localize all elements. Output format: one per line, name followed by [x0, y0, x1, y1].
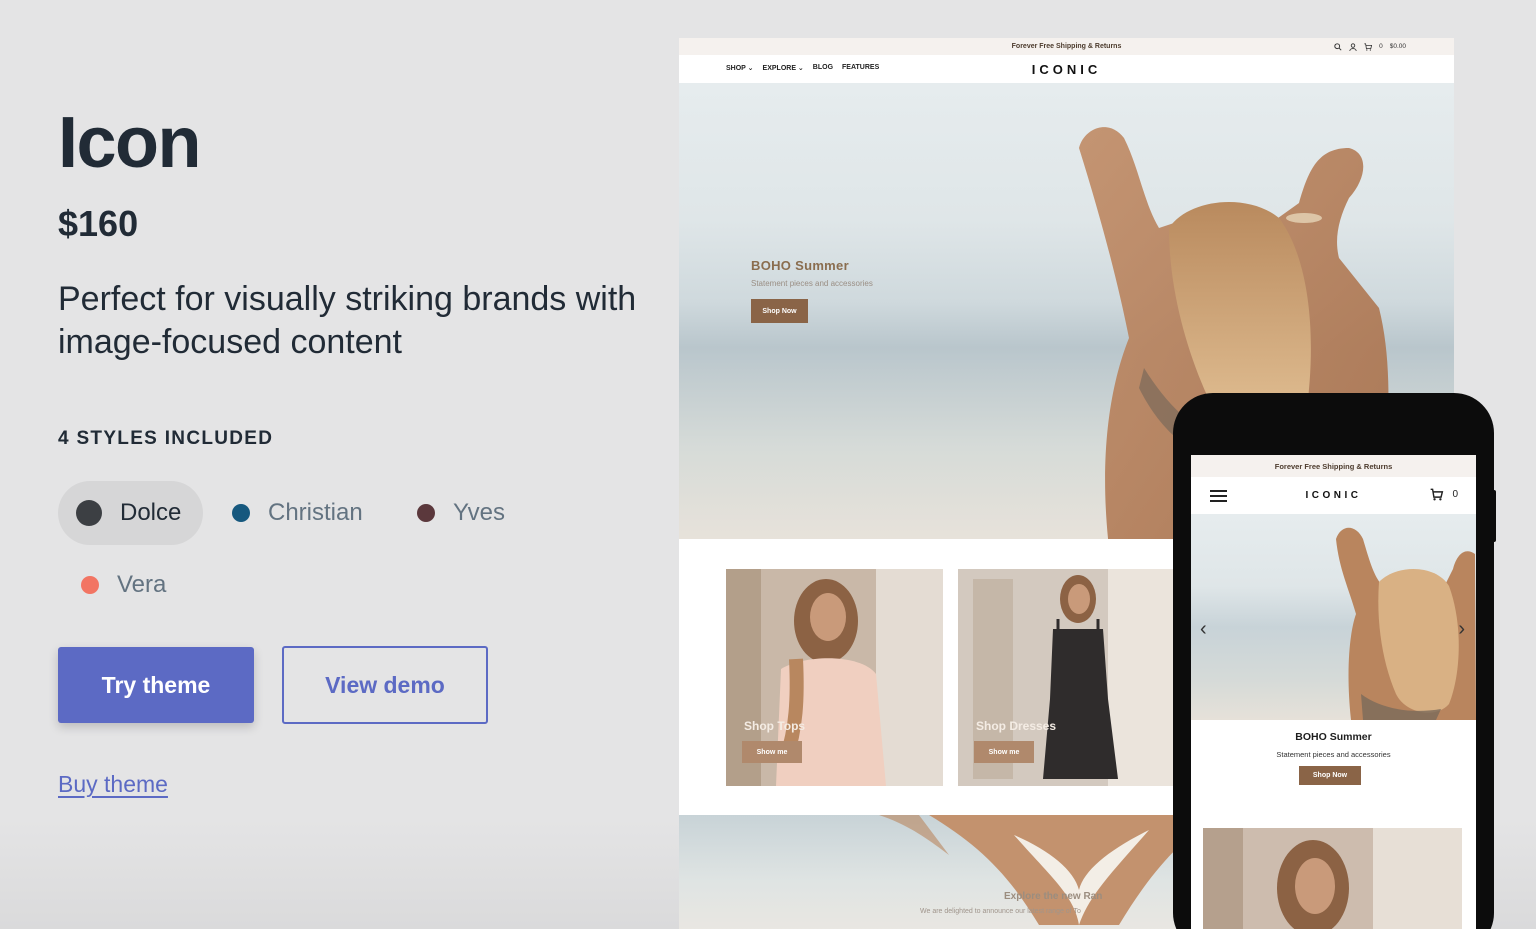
theme-title: Icon	[58, 103, 202, 183]
try-theme-button[interactable]: Try theme	[58, 647, 254, 723]
hero-title: BOHO Summer	[751, 258, 849, 273]
theme-description: Perfect for visually striking brands wit…	[58, 280, 637, 361]
hero-subtitle: Statement pieces and accessories	[751, 279, 873, 288]
mobile-cart: 0	[1429, 488, 1458, 501]
desktop-nav: SHOP ⌄ EXPLORE ⌄ BLOG FEATURES ICONIC	[679, 55, 1454, 83]
color-swatch-dolce	[76, 500, 102, 526]
card-label: Shop Tops	[744, 719, 806, 733]
promo-title: Explore the new Ran	[1004, 891, 1103, 902]
announcement-text: Forever Free Shipping & Returns	[1274, 461, 1393, 471]
collection-card-tops: Shop Tops Show me	[726, 569, 943, 786]
color-swatch-vera	[81, 576, 99, 594]
style-label: Yves	[453, 499, 506, 526]
account-icon	[1349, 42, 1357, 51]
buy-theme-link[interactable]: Buy theme	[58, 771, 168, 798]
style-option-vera[interactable]: Vera	[63, 553, 183, 617]
mobile-announcement-bar: Forever Free Shipping & Returns	[1191, 455, 1476, 477]
mobile-header: ICONIC 0	[1191, 477, 1476, 515]
hero-shop-now-button: Shop Now	[751, 299, 808, 323]
mobile-hero-subtitle: Statement pieces and accessories	[1276, 750, 1391, 759]
style-option-yves[interactable]: Yves	[399, 481, 509, 545]
cart-icon	[1364, 42, 1373, 51]
mobile-cart-count: 0	[1452, 489, 1458, 500]
collection-card-dresses: Shop Dresses Show me	[958, 569, 1175, 786]
mobile-preview: Forever Free Shipping & Returns ICONIC 0…	[1191, 455, 1476, 929]
mobile-hero-image	[1336, 527, 1476, 720]
style-label: Dolce	[120, 499, 182, 526]
cart-icon	[1431, 488, 1444, 501]
styles-heading: 4 STYLES INCLUDED	[58, 428, 274, 449]
theme-price: $160	[58, 203, 139, 244]
phone-side-button	[1492, 490, 1496, 542]
store-logo: ICONIC	[1031, 62, 1102, 77]
search-icon	[1334, 42, 1342, 51]
cart-total: $0.00	[1389, 43, 1406, 50]
slide-next-arrow-icon: ›	[1458, 618, 1465, 640]
style-option-dolce[interactable]: Dolce	[58, 481, 203, 545]
announcement-text: Forever Free Shipping & Returns	[1011, 43, 1122, 50]
utility-links: 0 $0.00	[1334, 38, 1406, 55]
mobile-hero-slideshow: ‹ ›	[1191, 514, 1476, 720]
card-show-me-button: Show me	[974, 741, 1034, 763]
card-show-me-button: Show me	[742, 741, 802, 763]
cart-count: 0	[1379, 43, 1383, 50]
style-label: Vera	[117, 571, 167, 598]
promo-subtitle: We are delighted to announce our latest …	[920, 908, 1081, 915]
card-label: Shop Dresses	[976, 719, 1057, 733]
color-swatch-yves	[417, 504, 435, 522]
color-swatch-christian	[232, 504, 250, 522]
mobile-hero-title: BOHO Summer	[1295, 731, 1372, 743]
view-demo-button[interactable]: View demo	[282, 646, 488, 724]
mobile-shop-now-button: Shop Now	[1299, 766, 1361, 785]
style-option-christian[interactable]: Christian	[214, 481, 374, 545]
mobile-collection-card	[1203, 828, 1462, 929]
mobile-tops-model-image	[1203, 828, 1462, 929]
slide-prev-arrow-icon: ‹	[1200, 618, 1207, 640]
style-label: Christian	[268, 499, 363, 526]
